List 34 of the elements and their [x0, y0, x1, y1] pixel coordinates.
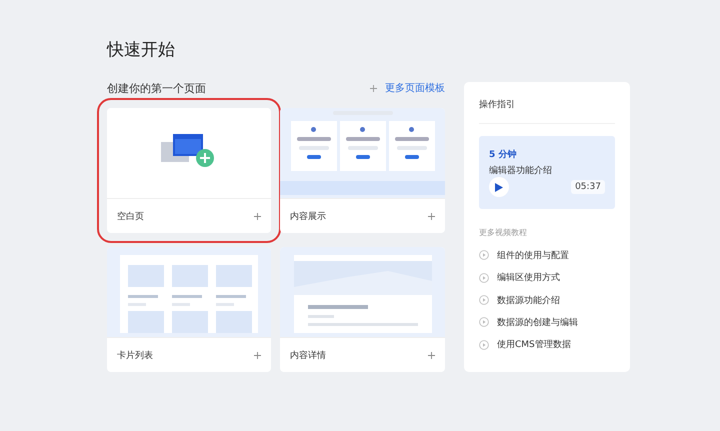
video-title: 编辑器功能介绍 [489, 164, 553, 177]
video-thumbnail[interactable]: 5 分钟 编辑器功能介绍 05:37 [479, 136, 615, 209]
play-button[interactable] [489, 177, 509, 197]
template-card[interactable]: 卡片列表 [107, 247, 271, 372]
more-templates-link[interactable]: 更多页面模板 [370, 81, 445, 95]
template-card[interactable]: 内容展示 [280, 108, 445, 233]
template-name: 空白页 [117, 210, 144, 222]
template-name: 内容展示 [290, 210, 326, 222]
tutorial-link[interactable]: 使用CMS管理数据 [479, 334, 615, 356]
play-circle-icon [479, 340, 489, 350]
template-card[interactable]: 内容详情 [280, 247, 445, 372]
play-circle-icon [479, 317, 489, 328]
template-card[interactable]: 空白页 [107, 108, 271, 233]
template-name: 卡片列表 [117, 350, 153, 362]
plus-icon [428, 212, 435, 220]
play-circle-icon [479, 272, 489, 283]
tutorial-link[interactable]: 数据源的创建与编辑 [479, 311, 615, 334]
plus-icon [428, 352, 435, 358]
more-videos-label: 更多视频教程 [479, 227, 528, 238]
video-duration-label: 5 分钟 [489, 148, 518, 161]
plus-icon [370, 84, 377, 92]
video-time: 05:37 [571, 180, 605, 194]
plus-icon [254, 212, 261, 220]
play-circle-icon [479, 250, 489, 260]
section-heading: 创建你的第一个页面 [107, 80, 206, 96]
play-circle-icon [479, 295, 489, 306]
plus-icon [254, 352, 261, 358]
tutorial-link[interactable]: 编辑区使用方式 [479, 266, 615, 289]
tutorial-link[interactable]: 组件的使用与配置 [479, 244, 615, 266]
play-icon [495, 182, 503, 192]
tutorial-link[interactable]: 数据源功能介绍 [479, 288, 615, 312]
page-title: 快速开始 [107, 39, 176, 62]
template-name: 内容详情 [290, 350, 326, 362]
guide-title: 操作指引 [479, 98, 615, 124]
